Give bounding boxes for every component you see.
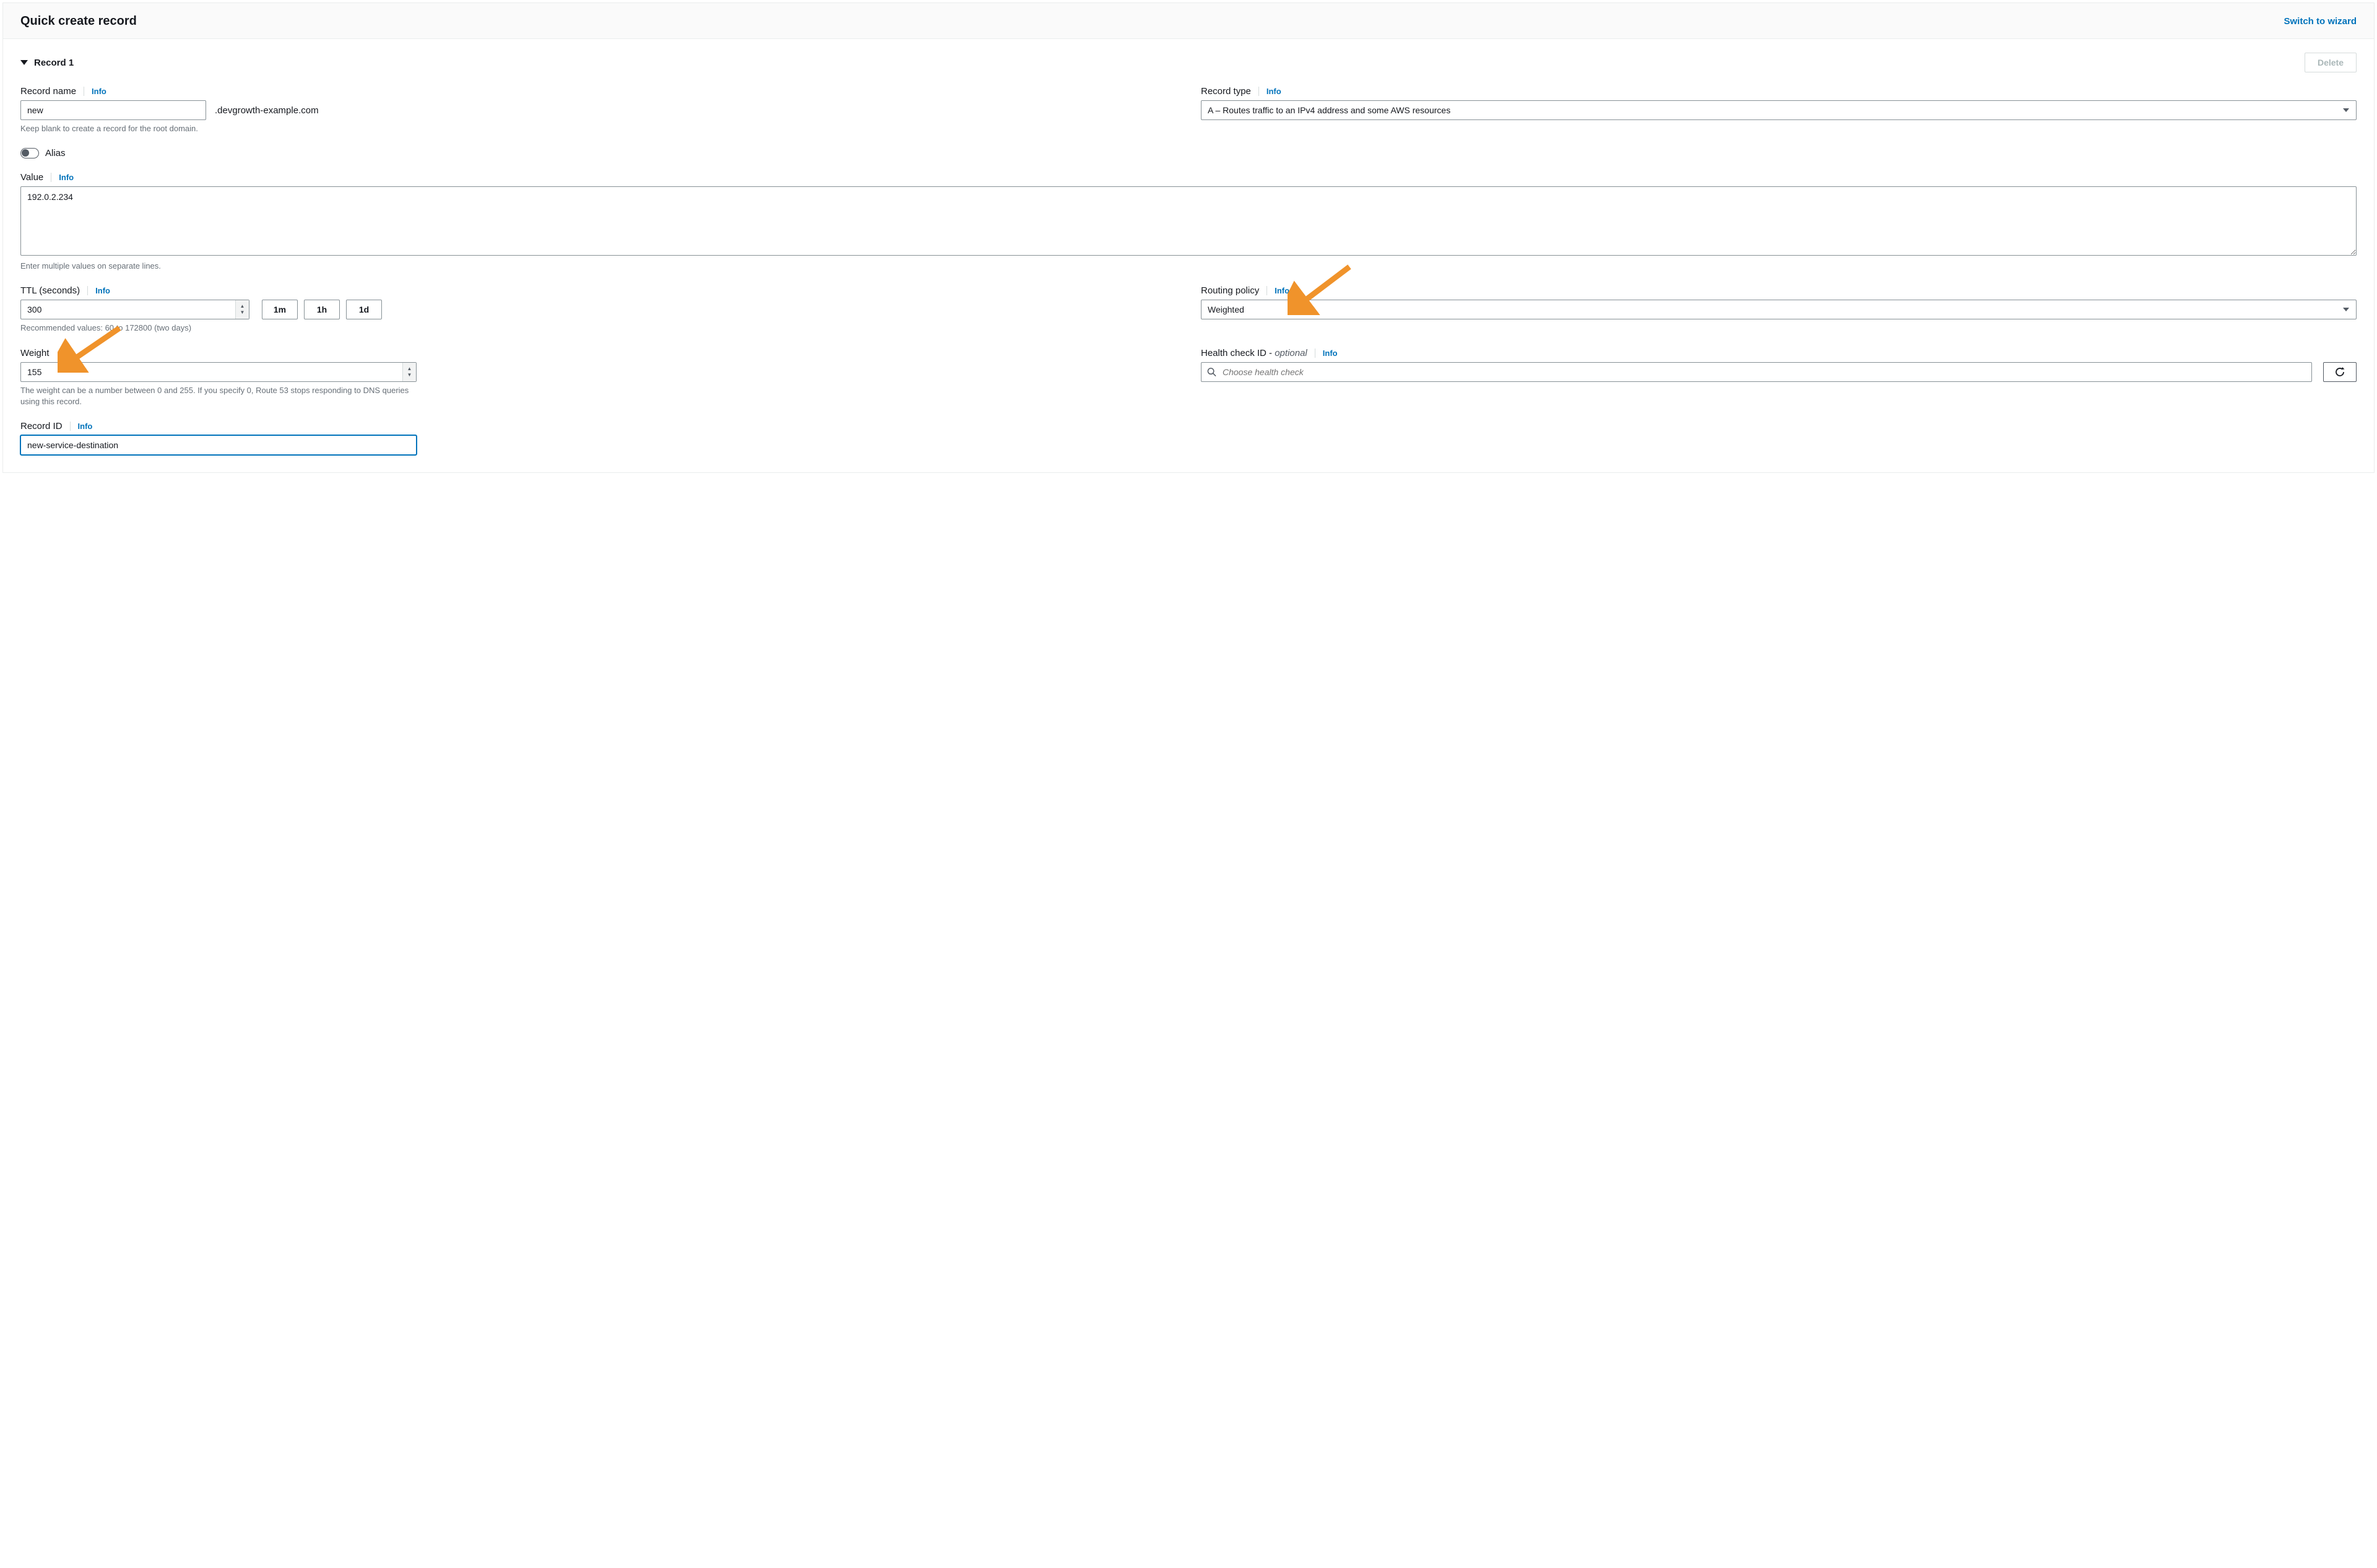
routing-policy-select[interactable]: Weighted — [1201, 300, 2357, 319]
value-info-link[interactable]: Info — [51, 173, 74, 182]
ttl-help: Recommended values: 60 to 172800 (two da… — [20, 323, 1176, 334]
value-field: Value Info 192.0.2.234 Enter multiple va… — [20, 172, 2357, 272]
alias-label: Alias — [45, 148, 66, 158]
value-textarea[interactable]: 192.0.2.234 — [20, 186, 2357, 256]
health-check-field: Health check ID - optional Info — [1201, 348, 2357, 407]
ttl-info-link[interactable]: Info — [87, 286, 110, 295]
weight-input[interactable] — [20, 362, 417, 382]
delete-button[interactable]: Delete — [2305, 53, 2357, 72]
name-type-row: Record name Info .devgrowth-example.com … — [20, 86, 2357, 134]
health-check-label: Health check ID - optional — [1201, 348, 1307, 358]
stepper-up-icon[interactable]: ▲ — [240, 304, 245, 309]
panel-body: Record 1 Delete Record name Info .devgro… — [3, 39, 2374, 472]
routing-policy-field: Routing policy Info Weighted — [1201, 285, 2357, 334]
chevron-down-icon — [20, 60, 28, 65]
stepper-down-icon[interactable]: ▼ — [407, 373, 412, 378]
health-check-info-link[interactable]: Info — [1315, 349, 1338, 358]
panel-header: Quick create record Switch to wizard — [3, 3, 2374, 39]
record-name-info-link[interactable]: Info — [84, 87, 106, 96]
health-check-input[interactable] — [1201, 362, 2312, 382]
stepper-up-icon[interactable]: ▲ — [407, 366, 412, 371]
record-type-label: Record type — [1201, 86, 1251, 97]
record-id-input[interactable] — [20, 435, 417, 455]
ttl-field: TTL (seconds) Info ▲ ▼ 1m 1h 1d — [20, 285, 1176, 334]
weight-stepper[interactable]: ▲ ▼ — [402, 363, 416, 381]
ttl-label: TTL (seconds) — [20, 285, 80, 296]
record-name-help: Keep blank to create a record for the ro… — [20, 123, 1176, 134]
record-id-field: Record ID Info — [20, 421, 2357, 455]
routing-policy-info-link[interactable]: Info — [1266, 286, 1289, 295]
record-type-field: Record type Info A – Routes traffic to a… — [1201, 86, 2357, 134]
ttl-stepper[interactable]: ▲ ▼ — [235, 300, 249, 319]
record-type-info-link[interactable]: Info — [1258, 87, 1281, 96]
ttl-quick-1h[interactable]: 1h — [304, 300, 340, 319]
record-id-label: Record ID — [20, 421, 63, 431]
record-header-row: Record 1 Delete — [20, 53, 2357, 72]
record-type-select[interactable]: A – Routes traffic to an IPv4 address an… — [1201, 100, 2357, 120]
weight-help: The weight can be a number between 0 and… — [20, 385, 417, 407]
panel-title: Quick create record — [20, 14, 137, 28]
ttl-quick-1d[interactable]: 1d — [346, 300, 382, 319]
record-name-input[interactable] — [20, 100, 206, 120]
routing-policy-label: Routing policy — [1201, 285, 1259, 296]
ttl-quick-1m[interactable]: 1m — [262, 300, 298, 319]
domain-suffix: .devgrowth-example.com — [215, 105, 319, 116]
switch-to-wizard-link[interactable]: Switch to wizard — [2284, 16, 2357, 27]
record-title: Record 1 — [34, 58, 74, 68]
weight-hc-row: Weight ▲ ▼ The weight can be a number be… — [20, 348, 2357, 407]
quick-create-record-panel: Quick create record Switch to wizard Rec… — [2, 2, 2375, 473]
record-name-field: Record name Info .devgrowth-example.com … — [20, 86, 1176, 134]
stepper-down-icon[interactable]: ▼ — [240, 310, 245, 315]
record-id-info-link[interactable]: Info — [70, 422, 93, 431]
refresh-icon — [2334, 366, 2345, 378]
alias-toggle-row: Alias — [20, 148, 2357, 158]
toggle-knob-icon — [22, 149, 29, 157]
health-check-refresh-button[interactable] — [2323, 362, 2357, 382]
ttl-routing-row: TTL (seconds) Info ▲ ▼ 1m 1h 1d — [20, 285, 2357, 334]
ttl-input[interactable] — [20, 300, 249, 319]
weight-field: Weight ▲ ▼ The weight can be a number be… — [20, 348, 1176, 407]
value-help: Enter multiple values on separate lines. — [20, 261, 2357, 272]
value-label: Value — [20, 172, 43, 183]
alias-toggle[interactable] — [20, 148, 39, 158]
record-collapse-toggle[interactable]: Record 1 — [20, 58, 74, 68]
weight-label: Weight — [20, 348, 49, 358]
record-name-label: Record name — [20, 86, 76, 97]
search-icon — [1207, 367, 1216, 376]
